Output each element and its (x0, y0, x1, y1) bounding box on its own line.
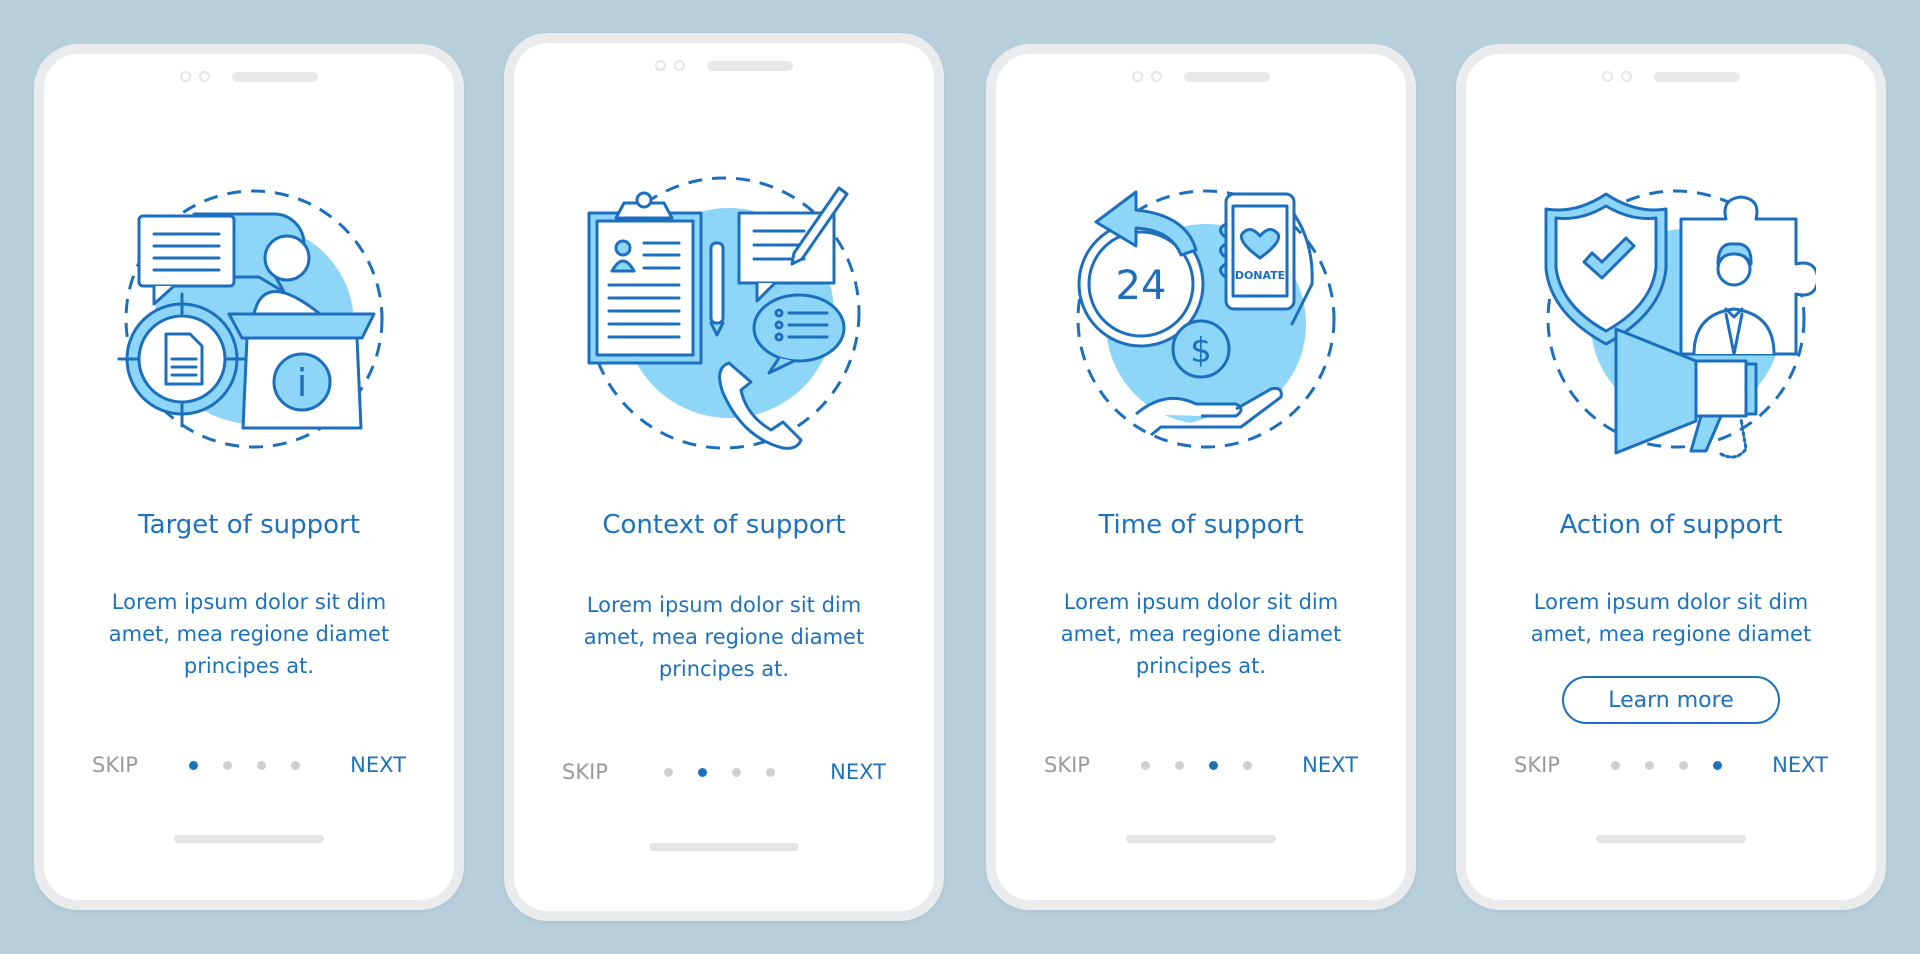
page-dot-active[interactable] (1712, 760, 1722, 770)
screen-description: Lorem ipsum dolor sit dim amet, mea regi… (1506, 586, 1836, 650)
description-line: principes at. (1135, 654, 1267, 678)
page-dot[interactable] (731, 767, 741, 777)
page-dot[interactable] (256, 760, 266, 770)
onboarding-screen-target: i Target of support Lorem ipsum dolor si… (34, 44, 464, 910)
pager-nav: SKIP NEXT (1514, 750, 1828, 780)
next-button[interactable]: NEXT (1772, 753, 1828, 777)
skip-button[interactable]: SKIP (1044, 753, 1090, 777)
description-line: amet, mea regione diamet (583, 625, 865, 649)
page-dot-active[interactable] (697, 767, 707, 777)
description-line: Lorem ipsum dolor sit dim (1063, 590, 1339, 614)
description-line: Lorem ipsum dolor sit dim (586, 593, 862, 617)
screen-title: Time of support (1098, 510, 1304, 540)
page-dot[interactable] (290, 760, 300, 770)
clock-24-label: 24 (1116, 263, 1167, 309)
description-line: Lorem ipsum dolor sit dim (1533, 590, 1809, 614)
camera-notch (655, 60, 793, 71)
home-indicator[interactable] (1596, 835, 1746, 843)
learn-more-button[interactable]: Learn more (1562, 676, 1780, 724)
skip-button[interactable]: SKIP (92, 753, 138, 777)
onboarding-screen-context: Context of support Lorem ipsum dolor sit… (504, 33, 944, 921)
screen-description: Lorem ipsum dolor sit dim amet, mea regi… (84, 586, 414, 682)
next-button[interactable]: NEXT (1302, 753, 1358, 777)
skip-button[interactable]: SKIP (562, 760, 608, 784)
description-line: amet, mea regione diamet (1530, 622, 1812, 646)
description-line: amet, mea regione diamet (108, 622, 390, 646)
shield-megaphone-icon (1544, 189, 1816, 459)
page-indicator (1610, 760, 1722, 770)
page-dot[interactable] (1140, 760, 1150, 770)
page-dot[interactable] (1644, 760, 1654, 770)
description-line: amet, mea regione diamet (1060, 622, 1342, 646)
home-indicator[interactable] (174, 835, 324, 843)
description-line: principes at. (658, 657, 790, 681)
screen-title: Target of support (138, 510, 360, 540)
page-dot[interactable] (1174, 760, 1184, 770)
page-dot-active[interactable] (1208, 760, 1218, 770)
skip-button[interactable]: SKIP (1514, 753, 1560, 777)
pager-nav: SKIP NEXT (562, 757, 886, 787)
next-button[interactable]: NEXT (350, 753, 406, 777)
screen-title: Action of support (1559, 510, 1783, 540)
screen-description: Lorem ipsum dolor sit dim amet, mea regi… (1036, 586, 1366, 682)
donate-24h-icon: 24 DONATE $ (1076, 189, 1336, 449)
description-line: Lorem ipsum dolor sit dim (111, 590, 387, 614)
page-dot-active[interactable] (188, 760, 198, 770)
page-indicator (663, 767, 775, 777)
camera-notch (1602, 71, 1740, 82)
home-indicator[interactable] (1126, 835, 1276, 843)
pager-nav: SKIP NEXT (92, 750, 406, 780)
screen-title: Context of support (602, 510, 846, 540)
page-dot[interactable] (1610, 760, 1620, 770)
donate-label: DONATE (1235, 269, 1285, 282)
description-line: principes at. (183, 654, 315, 678)
page-indicator (188, 760, 300, 770)
camera-notch (1132, 71, 1270, 82)
onboarding-screen-time: 24 DONATE $ Time of support Lorem ipsum … (986, 44, 1416, 910)
pager-nav: SKIP NEXT (1044, 750, 1358, 780)
page-dot[interactable] (1242, 760, 1252, 770)
page-indicator (1140, 760, 1252, 770)
support-podium-target-icon: i (117, 189, 384, 449)
clipboard-chat-phone-icon (587, 176, 861, 450)
page-dot[interactable] (222, 760, 232, 770)
onboarding-screen-action: Action of support Lorem ipsum dolor sit … (1456, 44, 1886, 910)
page-dot[interactable] (765, 767, 775, 777)
next-button[interactable]: NEXT (830, 760, 886, 784)
page-dot[interactable] (1678, 760, 1688, 770)
svg-text:i: i (297, 361, 308, 405)
camera-notch (180, 71, 318, 82)
screen-description: Lorem ipsum dolor sit dim amet, mea regi… (554, 589, 894, 685)
dollar-sign: $ (1190, 331, 1212, 371)
home-indicator[interactable] (649, 843, 799, 851)
page-dot[interactable] (663, 767, 673, 777)
